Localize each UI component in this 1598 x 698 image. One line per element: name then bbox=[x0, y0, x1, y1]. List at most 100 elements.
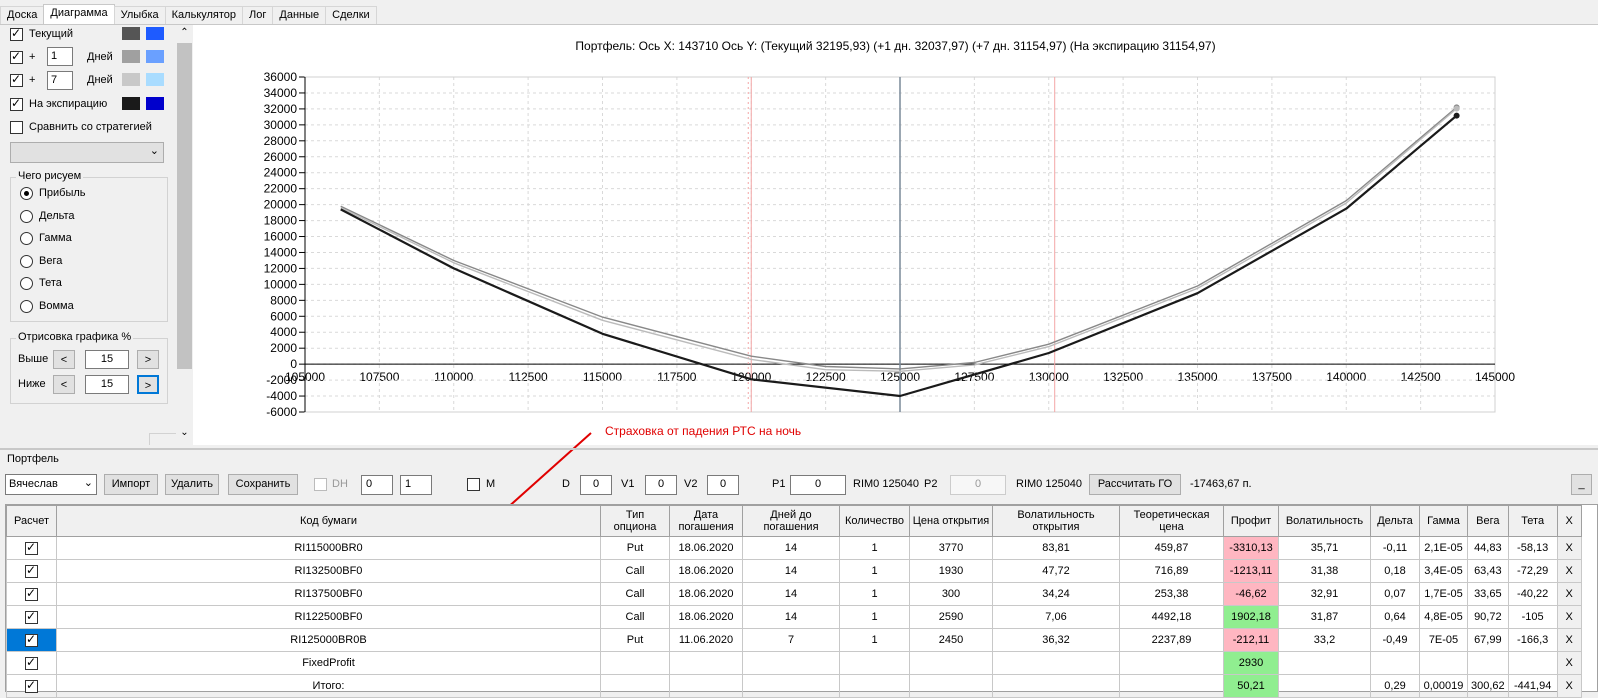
table-cell[interactable]: 67,99 bbox=[1467, 628, 1509, 652]
column-header-15[interactable]: X bbox=[1556, 505, 1582, 537]
plus7-blue-swatch[interactable] bbox=[146, 73, 164, 86]
table-row[interactable]: RI137500BF0Call18.06.202014130034,24253,… bbox=[6, 582, 1582, 606]
table-cell[interactable] bbox=[1419, 651, 1468, 675]
table-cell[interactable] bbox=[742, 674, 840, 698]
column-header-5[interactable]: Количество bbox=[839, 505, 910, 537]
column-header-2[interactable]: Тип опциона bbox=[600, 505, 670, 537]
table-cell[interactable]: 7E-05 bbox=[1419, 628, 1468, 652]
table-cell[interactable]: 63,43 bbox=[1467, 559, 1509, 583]
dh-checkbox[interactable] bbox=[314, 478, 327, 491]
table-cell[interactable] bbox=[1119, 674, 1224, 698]
plus7-gray-swatch[interactable] bbox=[122, 73, 140, 86]
column-header-12[interactable]: Гамма bbox=[1419, 505, 1468, 537]
tab-2[interactable]: Улыбка bbox=[113, 6, 166, 24]
table-cell[interactable] bbox=[839, 674, 910, 698]
p2-input[interactable]: 0 bbox=[950, 475, 1006, 495]
calc-checkbox[interactable] bbox=[25, 540, 38, 555]
table-cell[interactable]: -46,62 bbox=[1223, 582, 1279, 606]
tab-3[interactable]: Калькулятор bbox=[164, 6, 244, 24]
table-cell[interactable]: 1930 bbox=[909, 559, 993, 583]
calc-cell[interactable] bbox=[6, 628, 57, 652]
v1-input[interactable]: 0 bbox=[645, 475, 677, 495]
table-cell[interactable]: FixedProfit bbox=[56, 651, 601, 675]
table-cell[interactable]: -0,11 bbox=[1370, 536, 1420, 560]
tab-5[interactable]: Данные bbox=[272, 6, 327, 24]
scroll-up-icon[interactable]: ⌃ bbox=[176, 27, 193, 41]
v2-input[interactable]: 0 bbox=[707, 475, 739, 495]
tab-4[interactable]: Лог bbox=[242, 6, 274, 24]
delete-row-button[interactable]: X bbox=[1556, 605, 1582, 629]
calc-checkbox[interactable] bbox=[25, 632, 38, 647]
below-decrease-button[interactable]: < bbox=[53, 375, 75, 394]
current-gray-swatch[interactable] bbox=[122, 27, 140, 40]
table-cell[interactable]: RI115000BR0 bbox=[56, 536, 601, 560]
table-cell[interactable]: Put bbox=[600, 628, 670, 652]
table-cell[interactable] bbox=[992, 674, 1120, 698]
table-cell[interactable]: 3,4E-05 bbox=[1419, 559, 1468, 583]
current-checkbox[interactable] bbox=[10, 26, 23, 41]
expiry-blue-swatch[interactable] bbox=[146, 97, 164, 110]
m-checkbox[interactable] bbox=[467, 478, 480, 491]
column-header-10[interactable]: Волатильность bbox=[1278, 505, 1371, 537]
user-select[interactable]: Вячеслав ⌄ bbox=[5, 474, 97, 495]
table-cell[interactable]: -166,3 bbox=[1507, 628, 1558, 652]
tab-6[interactable]: Сделки bbox=[325, 6, 377, 24]
column-header-3[interactable]: Дата погашения bbox=[669, 505, 743, 537]
table-cell[interactable]: 90,72 bbox=[1467, 605, 1509, 629]
import-button[interactable]: Импорт bbox=[104, 474, 158, 495]
delete-row-button[interactable]: X bbox=[1556, 536, 1582, 560]
dh-a-stepper[interactable]: 0 bbox=[361, 475, 393, 495]
table-cell[interactable]: 1 bbox=[839, 605, 910, 629]
table-cell[interactable]: 14 bbox=[742, 605, 840, 629]
table-cell[interactable]: 7,06 bbox=[992, 605, 1120, 629]
table-cell[interactable]: 459,87 bbox=[1119, 536, 1224, 560]
table-cell[interactable]: 0,29 bbox=[1370, 674, 1420, 698]
table-row[interactable]: RI132500BF0Call18.06.2020141193047,72716… bbox=[6, 559, 1582, 583]
delete-row-button[interactable]: X bbox=[1556, 628, 1582, 652]
table-cell[interactable]: 50,21 bbox=[1223, 674, 1279, 698]
table-cell[interactable]: RI137500BF0 bbox=[56, 582, 601, 606]
column-header-0[interactable]: Расчет bbox=[6, 505, 57, 537]
table-cell[interactable]: 18.06.2020 bbox=[669, 605, 743, 629]
table-cell[interactable]: 14 bbox=[742, 536, 840, 560]
table-cell[interactable]: 11.06.2020 bbox=[669, 628, 743, 652]
calc-checkbox[interactable] bbox=[25, 678, 38, 693]
table-cell[interactable] bbox=[1278, 674, 1371, 698]
table-cell[interactable]: 0,18 bbox=[1370, 559, 1420, 583]
table-cell[interactable]: RI125000BR0B bbox=[56, 628, 601, 652]
calc-checkbox[interactable] bbox=[25, 586, 38, 601]
minimize-button[interactable]: _ bbox=[1571, 474, 1592, 495]
calc-checkbox[interactable] bbox=[25, 609, 38, 624]
table-cell[interactable]: -58,13 bbox=[1507, 536, 1558, 560]
table-row[interactable]: FixedProfit 2930 X bbox=[6, 651, 1582, 675]
table-cell[interactable]: 1 bbox=[839, 628, 910, 652]
table-cell[interactable]: 300 bbox=[909, 582, 993, 606]
table-cell[interactable]: 14 bbox=[742, 559, 840, 583]
save-button[interactable]: Сохранить bbox=[228, 474, 298, 495]
table-cell[interactable]: -1213,11 bbox=[1223, 559, 1279, 583]
calc-checkbox[interactable] bbox=[25, 563, 38, 578]
table-cell[interactable]: -40,22 bbox=[1507, 582, 1558, 606]
table-row[interactable]: Итого: 50,21 0,290,00019300,62-441,94X bbox=[6, 674, 1582, 698]
radio-0[interactable] bbox=[20, 187, 33, 200]
table-cell[interactable]: 4,8E-05 bbox=[1419, 605, 1468, 629]
table-cell[interactable]: 35,71 bbox=[1278, 536, 1371, 560]
table-cell[interactable]: 47,72 bbox=[992, 559, 1120, 583]
table-cell[interactable]: -105 bbox=[1507, 605, 1558, 629]
calc-cell[interactable] bbox=[6, 536, 57, 560]
table-cell[interactable]: 1 bbox=[839, 536, 910, 560]
table-row[interactable]: RI125000BR0BPut11.06.202071245036,322237… bbox=[6, 628, 1582, 652]
radio-1[interactable] bbox=[20, 209, 33, 223]
table-cell[interactable]: Put bbox=[600, 536, 670, 560]
calc-cell[interactable] bbox=[6, 651, 57, 675]
table-cell[interactable]: 18.06.2020 bbox=[669, 582, 743, 606]
calc-margin-button[interactable]: Рассчитать ГО bbox=[1089, 474, 1181, 495]
table-cell[interactable]: 0,07 bbox=[1370, 582, 1420, 606]
table-cell[interactable]: 18.06.2020 bbox=[669, 559, 743, 583]
calc-cell[interactable] bbox=[6, 674, 57, 698]
d-input[interactable]: 0 bbox=[580, 475, 612, 495]
table-cell[interactable]: 2450 bbox=[909, 628, 993, 652]
left-panel-scrollbar[interactable]: ⌃ ⌄ bbox=[176, 25, 193, 445]
column-header-7[interactable]: Волатильность открытия bbox=[992, 505, 1120, 537]
table-cell[interactable]: 2930 bbox=[1223, 651, 1279, 675]
